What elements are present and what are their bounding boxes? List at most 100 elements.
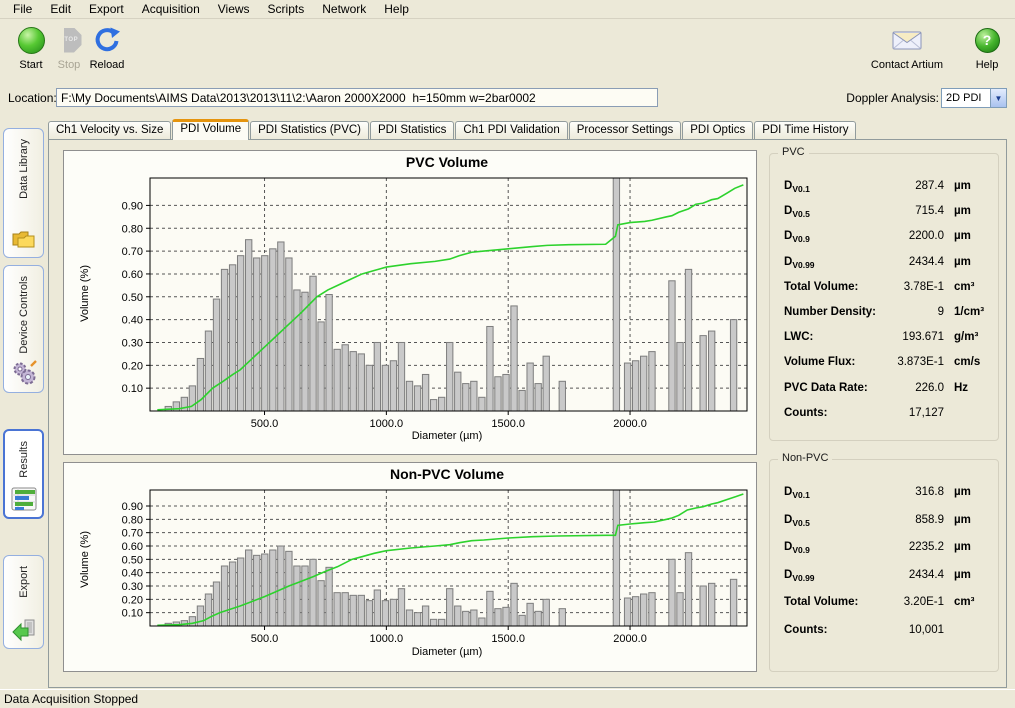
- svg-text:1000.0: 1000.0: [370, 633, 404, 645]
- svg-text:0.60: 0.60: [122, 541, 143, 553]
- tab[interactable]: Ch1 Velocity vs. Size: [48, 121, 171, 140]
- folder-icon: [11, 227, 37, 251]
- side-tab-label: Data Library: [18, 139, 30, 199]
- svg-text:0.90: 0.90: [122, 200, 143, 212]
- reload-icon: [93, 26, 121, 54]
- bar-chart-icon: [11, 487, 37, 511]
- contact-button[interactable]: Contact Artium: [861, 24, 953, 71]
- stat-unit: µm: [944, 486, 992, 498]
- stat-label: Counts:: [784, 624, 884, 638]
- envelope-icon: [891, 28, 923, 52]
- stat-value: 2235.2: [884, 541, 944, 553]
- reload-label: Reload: [80, 59, 134, 71]
- menu-item[interactable]: Export: [80, 0, 133, 18]
- menu-item[interactable]: Help: [375, 0, 418, 18]
- svg-text:1000.0: 1000.0: [370, 418, 404, 430]
- stat-value: 316.8: [884, 486, 944, 498]
- stat-label: Number Density:: [784, 306, 884, 320]
- tab[interactable]: PDI Volume: [172, 119, 249, 140]
- tab[interactable]: Processor Settings: [569, 121, 682, 140]
- menu-item[interactable]: Scripts: [259, 0, 314, 18]
- tab[interactable]: PDI Optics: [682, 121, 753, 140]
- tab-strip: Ch1 Velocity vs. SizePDI VolumePDI Stati…: [48, 119, 857, 140]
- stat-row: Total Volume: 3.78E-1 cm³: [784, 281, 992, 306]
- stat-value: 9: [884, 306, 944, 318]
- sidebar-item-export[interactable]: Export: [3, 555, 44, 649]
- groupbox-title: Non-PVC: [778, 452, 832, 464]
- stat-label: DV0.5: [784, 205, 884, 219]
- side-tab-label: Export: [18, 566, 30, 598]
- svg-text:0.40: 0.40: [122, 568, 143, 580]
- stat-value: 3.20E-1: [884, 596, 944, 608]
- tab[interactable]: Ch1 PDI Validation: [455, 121, 567, 140]
- svg-text:0.20: 0.20: [122, 594, 143, 606]
- sidebar-item-device-controls[interactable]: Device Controls: [3, 265, 44, 393]
- chart-title: PVC Volume: [64, 151, 756, 170]
- svg-text:0.30: 0.30: [122, 581, 143, 593]
- svg-text:0.70: 0.70: [122, 246, 143, 258]
- tab[interactable]: PDI Statistics (PVC): [250, 121, 369, 140]
- stat-row: Number Density: 9 1/cm³: [784, 306, 992, 331]
- menu-item[interactable]: Network: [313, 0, 375, 18]
- tab[interactable]: PDI Statistics: [370, 121, 454, 140]
- sidebar-item-results[interactable]: Results: [3, 429, 44, 519]
- x-axis-label: Diameter (µm): [64, 646, 756, 658]
- menu-item[interactable]: Acquisition: [133, 0, 209, 18]
- stat-unit: cm³: [944, 281, 992, 293]
- stat-value: 2200.0: [884, 230, 944, 242]
- chevron-down-icon[interactable]: ▼: [990, 89, 1006, 107]
- stat-unit: µm: [944, 569, 992, 581]
- stat-unit: µm: [944, 205, 992, 217]
- stat-row: DV0.1 287.4 µm: [784, 180, 992, 205]
- stat-value: 3.873E-1: [884, 356, 944, 368]
- stat-label: DV0.9: [784, 230, 884, 244]
- stat-row: DV0.9 2200.0 µm: [784, 230, 992, 255]
- non-pvc-volume-chart-panel: Non-PVC Volume Volume (%) 0.100.200.300.…: [63, 462, 757, 672]
- stat-unit: cm/s: [944, 356, 992, 368]
- y-axis-label: Volume (%): [79, 531, 91, 588]
- help-icon: ?: [975, 28, 1000, 53]
- stat-label: Total Volume:: [784, 596, 884, 610]
- non-pvc-volume-plot: 0.100.200.300.400.500.600.700.800.90500.…: [64, 482, 758, 646]
- help-label: Help: [967, 59, 1007, 71]
- menu-item[interactable]: File: [4, 0, 41, 18]
- stat-row: DV0.9 2235.2 µm: [784, 541, 992, 569]
- stat-label: DV0.9: [784, 541, 884, 555]
- sidebar-item-data-library[interactable]: Data Library: [3, 128, 44, 258]
- svg-text:2000.0: 2000.0: [613, 633, 647, 645]
- svg-text:0.10: 0.10: [122, 383, 143, 395]
- svg-text:0.80: 0.80: [122, 514, 143, 526]
- svg-text:0.90: 0.90: [122, 501, 143, 513]
- status-text: Data Acquisition Stopped: [4, 692, 138, 706]
- stat-label: PVC Data Rate:: [784, 382, 884, 396]
- stat-value: 226.0: [884, 382, 944, 394]
- svg-text:2000.0: 2000.0: [613, 418, 647, 430]
- menu-item[interactable]: Views: [209, 0, 259, 18]
- menu-item[interactable]: Edit: [41, 0, 80, 18]
- stat-value: 2434.4: [884, 569, 944, 581]
- doppler-analysis-select[interactable]: 2D PDI ▼: [941, 88, 1007, 108]
- stat-value: 287.4: [884, 180, 944, 192]
- start-icon: [18, 27, 45, 54]
- stat-unit: µm: [944, 230, 992, 242]
- stat-value: 715.4: [884, 205, 944, 217]
- stop-icon: STOP: [57, 28, 82, 53]
- stat-row: PVC Data Rate: 226.0 Hz: [784, 382, 992, 407]
- chart-title: Non-PVC Volume: [64, 463, 756, 482]
- stat-row: Counts: 17,127: [784, 407, 992, 432]
- location-input[interactable]: [56, 88, 658, 107]
- stat-row: DV0.99 2434.4 µm: [784, 569, 992, 597]
- stat-value: 17,127: [884, 407, 944, 419]
- stat-unit: µm: [944, 541, 992, 553]
- tab[interactable]: PDI Time History: [754, 121, 856, 140]
- stat-unit: µm: [944, 180, 992, 192]
- svg-text:500.0: 500.0: [251, 633, 279, 645]
- svg-text:0.60: 0.60: [122, 269, 143, 281]
- pvc-stats-rows: DV0.1 287.4 µm DV0.5 715.4 µm DV0.9 2200…: [770, 154, 998, 432]
- reload-button[interactable]: Reload: [80, 24, 134, 71]
- doppler-analysis-label: Doppler Analysis:: [846, 91, 939, 105]
- toolbar: Start STOP Stop Reload Contact Artium ? …: [0, 20, 1015, 86]
- stat-row: Counts: 10,001: [784, 624, 992, 652]
- stat-value: 10,001: [884, 624, 944, 636]
- help-button[interactable]: ? Help: [967, 24, 1007, 71]
